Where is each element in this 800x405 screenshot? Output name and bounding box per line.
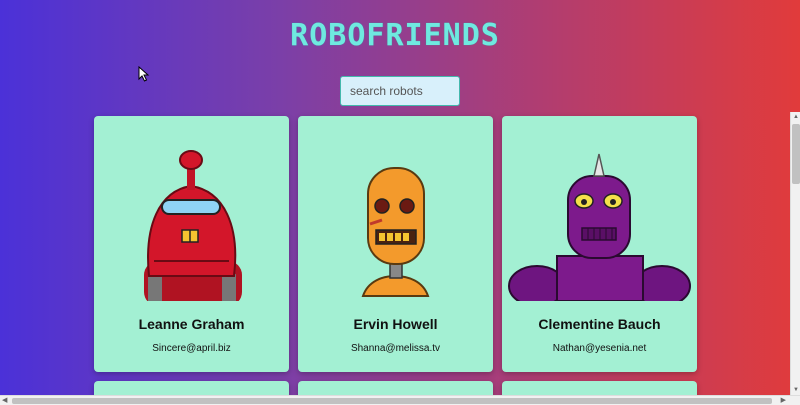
robot-name: Ervin Howell xyxy=(353,316,438,332)
app-title: ROBOFRIENDS xyxy=(290,18,500,53)
robot-avatar-image xyxy=(361,167,430,297)
robot-card[interactable]: Ervin Howell Shanna@melissa.tv xyxy=(298,116,493,372)
scroll-up-arrow-icon[interactable]: ▲ xyxy=(793,114,799,120)
robot-name: Leanne Graham xyxy=(138,316,245,332)
robot-email: Nathan@yesenia.net xyxy=(552,343,647,354)
vertical-scroll-thumb[interactable] xyxy=(792,124,800,184)
robot-avatar-image xyxy=(144,150,242,301)
robot-avatar-image xyxy=(508,153,691,301)
robot-card-partial[interactable] xyxy=(298,381,493,395)
robot-card-partial[interactable] xyxy=(94,381,289,395)
robot-card[interactable]: Clementine Bauch Nathan@yesenia.net xyxy=(502,116,697,372)
scroll-left-arrow-icon[interactable]: ◀ xyxy=(2,396,7,404)
horizontal-scrollbar[interactable]: ◀ ▶ xyxy=(0,395,800,405)
page-viewport: ROBOFRIENDS Leanne Graham Sincere@april.… xyxy=(0,0,790,395)
robot-card-partial[interactable] xyxy=(502,381,697,395)
robot-email: Sincere@april.biz xyxy=(152,343,231,354)
robot-email: Shanna@melissa.tv xyxy=(350,343,441,354)
arrow-cursor-icon xyxy=(138,66,150,82)
robot-name: Clementine Bauch xyxy=(538,316,661,332)
scroll-down-arrow-icon[interactable]: ▼ xyxy=(793,387,799,393)
search-input[interactable] xyxy=(340,76,460,106)
scroll-right-arrow-icon[interactable]: ▶ xyxy=(781,396,786,404)
horizontal-scroll-thumb[interactable] xyxy=(12,398,772,404)
vertical-scrollbar[interactable]: ▲ ▼ xyxy=(790,112,800,405)
robot-card[interactable]: Leanne Graham Sincere@april.biz xyxy=(94,116,289,372)
